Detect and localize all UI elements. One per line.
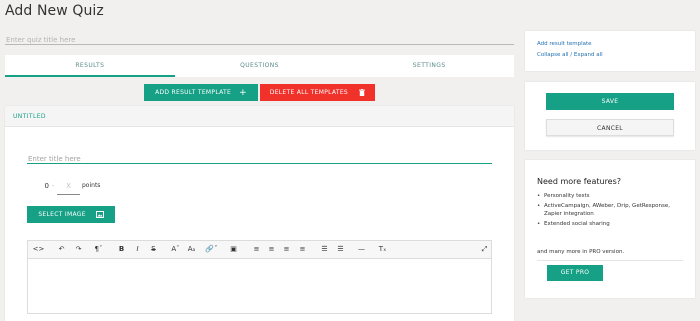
points-label: points [82,182,101,189]
paragraph-format-icon[interactable]: ¶ˇ [92,241,105,258]
points-max-input[interactable] [57,178,80,195]
image-icon [93,210,104,219]
pro-promo-title: Need more features? [537,177,622,186]
align-right-icon[interactable]: ≡ [280,241,293,258]
list-item: • Extended social sharing [537,220,687,228]
font-size-decrease-icon[interactable]: Aₐ [185,241,198,258]
bullet-glyph: • [537,193,541,199]
delete-all-templates-button[interactable]: DELETE ALL TEMPLATES [260,84,375,101]
tab-settings[interactable]: SETTINGS [344,55,514,77]
pro-promo-box: Need more features? • Personality tests •… [525,160,695,298]
get-pro-button[interactable]: GET PRO [547,265,603,281]
clear-formatting-icon[interactable]: Tₓ [376,241,389,258]
select-image-button[interactable]: SELECT IMAGE [27,206,115,223]
list-item: • Personality tests [537,192,687,200]
bulleted-list-icon[interactable]: ☰ [318,241,331,258]
save-button[interactable]: SAVE [546,93,674,110]
italic-icon[interactable]: I [131,241,144,258]
horizontal-line-icon[interactable]: — [355,241,368,258]
plus-icon: + [239,88,247,98]
bold-icon[interactable]: B [115,241,128,258]
add-result-template-link[interactable]: Add result template [537,41,592,47]
fullscreen-icon[interactable]: ⤢ [478,241,491,258]
link-icon[interactable]: 🔗ˇ [205,241,218,258]
strikethrough-icon[interactable]: S [147,241,160,258]
cancel-button[interactable]: CANCEL [546,119,674,136]
collapse-expand-all-link[interactable]: Collapse all / Expand all [537,52,603,58]
result-title-input[interactable] [27,151,492,167]
range-separator: - [52,182,55,189]
tab-results[interactable]: RESULTS [5,55,175,77]
pro-feature-list: • Personality tests • ActiveCampaign, AWeb… [537,192,687,230]
pro-more-text: and many more in PRO version. [537,249,625,255]
trash-icon [356,88,366,98]
page-title: Add New Quiz [5,3,104,19]
points-min-input[interactable] [27,178,49,194]
divider [537,260,683,261]
bullet-glyph: • [537,203,541,209]
editor-content-area[interactable] [28,259,491,314]
editor-toolbar: <> ↶ ↷ ¶ˇ B I S Aˇ Aₐ 🔗ˇ ▣ ≡ ≡ ≡ ≡ ☰ ☰ — Tₓ ⤢ [28,241,491,259]
add-result-template-button[interactable]: ADD RESULT TEMPLATE + [144,84,258,101]
font-size-increase-icon[interactable]: Aˇ [169,241,182,258]
tab-questions[interactable]: QUESTIONS [175,55,345,77]
quiz-title-field [5,27,514,48]
pro-feature-text: ActiveCampaign, AWeber, Drip, GetRespons… [544,203,671,217]
bullet-glyph: • [537,221,541,227]
tab-bar: RESULTS QUESTIONS SETTINGS [5,55,514,77]
add-result-template-label: ADD RESULT TEMPLATE [155,89,232,96]
source-code-icon[interactable]: <> [32,241,45,258]
numbered-list-icon[interactable]: ☰ [334,241,347,258]
result-title-field [27,146,492,167]
pro-feature-text: Personality tests [544,193,590,199]
delete-all-templates-label: DELETE ALL TEMPLATES [269,89,349,96]
pro-feature-text: Extended social sharing [544,221,610,227]
select-image-label: SELECT IMAGE [38,211,86,218]
undo-icon[interactable]: ↶ [55,241,68,258]
list-item: • ActiveCampaign, AWeber, Drip, GetRespon… [537,202,687,218]
publish-box: SAVE CANCEL [525,82,695,150]
align-justify-icon[interactable]: ≡ [296,241,309,258]
align-left-icon[interactable]: ≡ [250,241,263,258]
rich-text-editor: <> ↶ ↷ ¶ˇ B I S Aˇ Aₐ 🔗ˇ ▣ ≡ ≡ ≡ ≡ ☰ ☰ — Tₓ ⤢ [27,240,492,314]
quiz-title-input[interactable] [5,32,514,48]
redo-icon[interactable]: ↷ [72,241,85,258]
image-icon[interactable]: ▣ [227,241,240,258]
sidebar-links-box: Add result template Collapse all / Expan… [525,31,695,71]
align-center-icon[interactable]: ≡ [265,241,278,258]
result-template-header[interactable]: UNTITLED [5,106,514,127]
